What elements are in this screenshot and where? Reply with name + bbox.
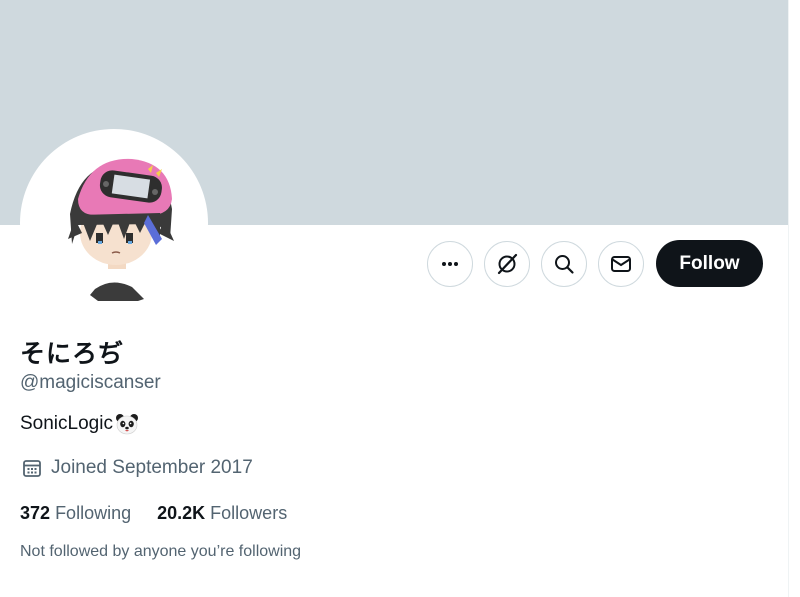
followers-label: Followers — [210, 503, 288, 523]
follow-button[interactable]: Follow — [656, 240, 763, 287]
join-date-text: Joined September 2017 — [51, 457, 253, 478]
scrollbar-track[interactable] — [788, 0, 800, 597]
followers-count: 20.2K — [157, 503, 206, 523]
social-context: Not followed by anyone you’re following — [20, 543, 302, 560]
following-label: Following — [55, 503, 132, 523]
following-link[interactable]: 372 Following — [20, 503, 131, 524]
follow-stats: 372 Following 20.2K Followers — [20, 503, 287, 524]
message-button[interactable] — [598, 240, 644, 287]
followers-link[interactable]: 20.2K Followers — [157, 503, 287, 524]
following-count: 372 — [20, 503, 51, 523]
more-button[interactable] — [427, 240, 473, 287]
avatar-image — [68, 158, 174, 301]
grok-button[interactable] — [484, 240, 530, 287]
grok-icon — [497, 253, 518, 274]
user-bio: SonicLogic — [20, 413, 139, 435]
search-icon — [555, 254, 574, 274]
profile-actions: Follow — [427, 240, 763, 287]
calendar-icon — [23, 460, 41, 477]
profile-avatar[interactable] — [20, 129, 208, 317]
message-icon — [611, 255, 631, 272]
display-name: そにろぢ — [20, 339, 125, 368]
user-handle: @magiciscanser — [20, 372, 161, 393]
search-button[interactable] — [541, 240, 587, 287]
join-date: Joined September 2017 — [21, 457, 253, 479]
panda-emoji-icon — [115, 414, 138, 435]
more-icon — [442, 261, 458, 266]
bio-text: SonicLogic — [20, 413, 113, 434]
